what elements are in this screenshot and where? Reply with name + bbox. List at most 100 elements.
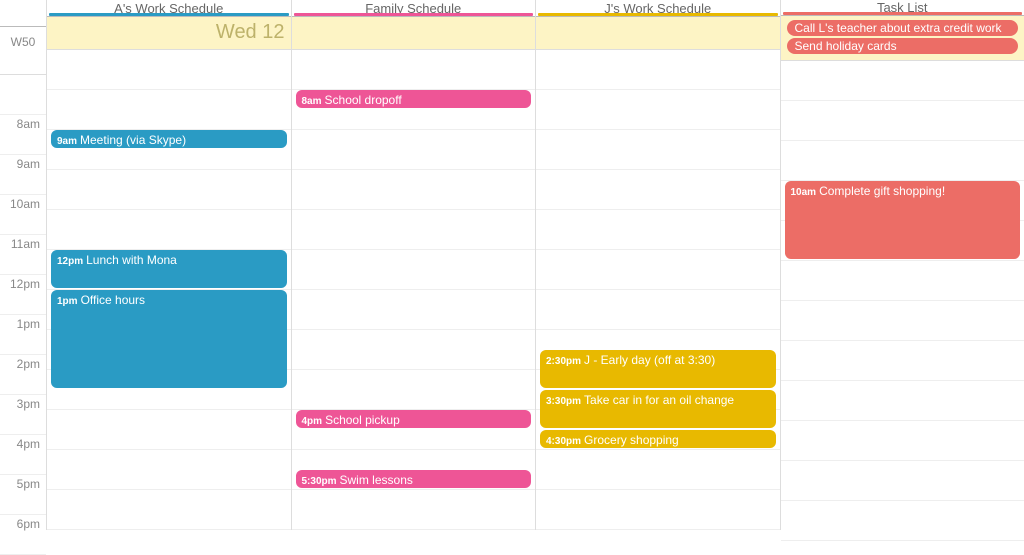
grid-row xyxy=(47,170,291,210)
lane-underline xyxy=(538,13,778,16)
grid-row xyxy=(781,501,1024,541)
time-label: 1pm xyxy=(0,315,46,355)
grid-row xyxy=(536,130,780,170)
grid-row xyxy=(292,50,536,90)
calendar-event[interactable]: 2:30pmJ - Early day (off at 3:30) xyxy=(540,350,776,388)
grid-row xyxy=(781,381,1024,421)
lane-grid[interactable]: 10amComplete gift shopping! xyxy=(781,61,1024,541)
event-title: Swim lessons xyxy=(340,473,413,487)
grid-row xyxy=(536,290,780,330)
event-title: Take car in for an oil change xyxy=(584,393,734,407)
grid-row xyxy=(536,170,780,210)
grid-row xyxy=(47,210,291,250)
time-label xyxy=(0,75,46,115)
lane-underline xyxy=(783,12,1023,15)
event-title: Lunch with Mona xyxy=(86,253,177,267)
time-gutter: W50 8am9am10am11am12pm1pm2pm3pm4pm5pm6pm xyxy=(0,0,47,530)
calendar-event[interactable]: 4pmSchool pickup xyxy=(296,410,532,428)
grid-row xyxy=(536,90,780,130)
lane-grid[interactable]: 2:30pmJ - Early day (off at 3:30)3:30pmT… xyxy=(536,50,780,530)
lane-header[interactable]: A's Work Schedule xyxy=(47,0,291,17)
lane-underline xyxy=(294,13,534,16)
grid-row xyxy=(47,50,291,90)
allday-band[interactable]: Wed 12 xyxy=(47,17,291,50)
event-title: School dropoff xyxy=(325,93,402,107)
time-label: 9am xyxy=(0,155,46,195)
calendar-event[interactable]: 10amComplete gift shopping! xyxy=(785,181,1021,259)
calendar-event[interactable]: 3:30pmTake car in for an oil change xyxy=(540,390,776,428)
grid-row xyxy=(47,490,291,530)
allday-task[interactable]: Send holiday cards xyxy=(787,38,1019,54)
calendar-lanes: A's Work Schedule Wed 12 9amMeeting (via S… xyxy=(47,0,1024,530)
allday-band[interactable] xyxy=(292,17,536,50)
grid-row xyxy=(781,341,1024,381)
grid-row xyxy=(536,450,780,490)
lane-header[interactable]: Task List xyxy=(781,0,1024,16)
grid-row xyxy=(536,250,780,290)
calendar-day-view: W50 8am9am10am11am12pm1pm2pm3pm4pm5pm6pm… xyxy=(0,0,1024,530)
calendar-event[interactable]: 1pmOffice hours xyxy=(51,290,287,388)
lane-a-work: A's Work Schedule Wed 12 9amMeeting (via S… xyxy=(47,0,292,530)
grid-row xyxy=(292,250,536,290)
grid-row xyxy=(781,101,1024,141)
lane-family: Family Schedule8amSchool dropoff4pmSchoo… xyxy=(292,0,537,530)
calendar-event[interactable]: 9amMeeting (via Skype) xyxy=(51,130,287,148)
allday-task[interactable]: Call L's teacher about extra credit work xyxy=(787,20,1019,36)
event-time: 10am xyxy=(791,187,817,198)
grid-row xyxy=(292,330,536,370)
time-label: 12pm xyxy=(0,275,46,315)
lane-header[interactable]: Family Schedule xyxy=(292,0,536,17)
calendar-event[interactable]: 5:30pmSwim lessons xyxy=(296,470,532,488)
event-title: Meeting (via Skype) xyxy=(80,133,186,147)
event-time: 1pm xyxy=(57,296,78,307)
lane-tasks: Task ListCall L's teacher about extra cr… xyxy=(781,0,1024,530)
calendar-event[interactable]: 12pmLunch with Mona xyxy=(51,250,287,288)
event-time: 2:30pm xyxy=(546,356,581,367)
time-label: 11am xyxy=(0,235,46,275)
event-time: 4:30pm xyxy=(546,436,581,447)
grid-row xyxy=(292,130,536,170)
grid-row xyxy=(536,490,780,530)
allday-band[interactable]: Call L's teacher about extra credit work… xyxy=(781,16,1024,61)
event-time: 3:30pm xyxy=(546,396,581,407)
event-title: Complete gift shopping! xyxy=(819,184,945,198)
time-label: 5pm xyxy=(0,475,46,515)
event-time: 9am xyxy=(57,136,77,147)
allday-date-label: Wed 12 xyxy=(53,21,285,44)
time-label: 2pm xyxy=(0,355,46,395)
lane-grid[interactable]: 9amMeeting (via Skype) 12pmLunch with Mon… xyxy=(47,50,291,530)
grid-row xyxy=(781,301,1024,341)
event-time: 12pm xyxy=(57,256,83,267)
time-label: 3pm xyxy=(0,395,46,435)
grid-row xyxy=(292,370,536,410)
time-label: 4pm xyxy=(0,435,46,475)
time-label: 10am xyxy=(0,195,46,235)
allday-band[interactable] xyxy=(536,17,780,50)
event-title: J - Early day (off at 3:30) xyxy=(584,353,715,367)
grid-row xyxy=(47,90,291,130)
grid-row xyxy=(536,50,780,90)
event-time: 5:30pm xyxy=(302,476,337,487)
calendar-event[interactable]: 4:30pmGrocery shopping xyxy=(540,430,776,448)
event-time: 4pm xyxy=(302,416,323,427)
grid-row xyxy=(781,261,1024,301)
event-title: Office hours xyxy=(81,293,145,307)
time-label: 6pm xyxy=(0,515,46,555)
grid-row xyxy=(292,290,536,330)
grid-row xyxy=(47,410,291,450)
grid-row xyxy=(781,141,1024,181)
lane-grid[interactable]: 8amSchool dropoff4pmSchool pickup5:30pmS… xyxy=(292,50,536,530)
lane-underline xyxy=(49,13,289,16)
grid-row xyxy=(781,421,1024,461)
calendar-event[interactable]: 8amSchool dropoff xyxy=(296,90,532,108)
grid-row xyxy=(47,450,291,490)
event-title: Grocery shopping xyxy=(584,433,679,447)
event-title: School pickup xyxy=(325,413,400,427)
grid-row xyxy=(292,210,536,250)
time-label: 8am xyxy=(0,115,46,155)
grid-row xyxy=(536,210,780,250)
lane-header[interactable]: J's Work Schedule xyxy=(536,0,780,17)
lane-j-work: J's Work Schedule 2:30pmJ - Early day (of… xyxy=(536,0,781,530)
grid-row xyxy=(781,461,1024,501)
week-number: W50 xyxy=(0,27,46,75)
